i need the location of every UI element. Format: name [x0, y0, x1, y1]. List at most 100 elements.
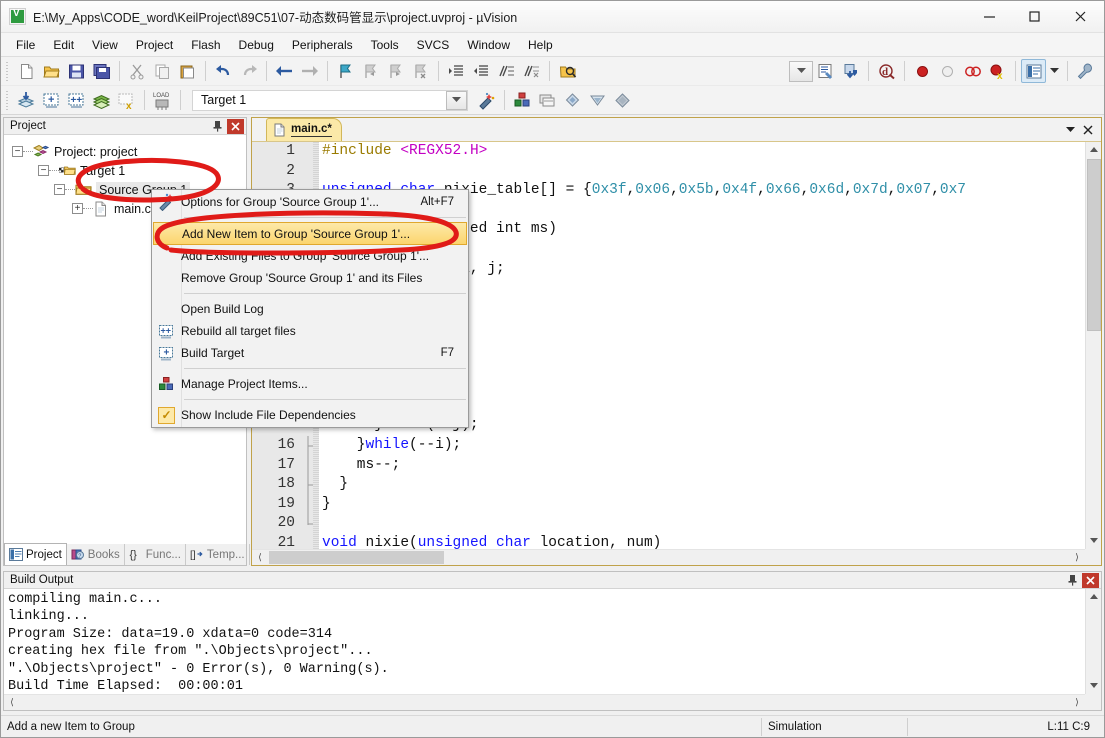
context-menu-item[interactable]: Options for Group 'Source Group 1'... Alt…: [152, 191, 468, 213]
close-button[interactable]: [1057, 1, 1104, 32]
code-line[interactable]: 17 ms--;: [252, 455, 1085, 476]
bookmark-prev-icon[interactable]: [358, 59, 383, 83]
build-output-close-icon[interactable]: [1082, 572, 1099, 588]
menu-view[interactable]: View: [83, 35, 127, 55]
menu-svcs[interactable]: SVCS: [408, 35, 459, 55]
editor-vertical-scrollbar[interactable]: [1085, 142, 1101, 549]
build-target-icon[interactable]: +: [39, 88, 64, 112]
menu-window[interactable]: Window: [458, 35, 519, 55]
expander-target[interactable]: −: [38, 165, 49, 176]
load-to-flash-icon[interactable]: LOAD: [150, 88, 175, 112]
tree-node-target[interactable]: − Target 1: [4, 161, 246, 180]
fold-margin[interactable]: [304, 534, 319, 549]
batch-build-icon[interactable]: [89, 88, 114, 112]
save-all-icon[interactable]: [89, 59, 114, 83]
config-dropdown[interactable]: [789, 60, 813, 82]
svcs-checkin-icon[interactable]: [585, 88, 610, 112]
expander-source-group[interactable]: −: [54, 184, 65, 195]
bookmark-toggle-icon[interactable]: [333, 59, 358, 83]
fold-margin[interactable]: [304, 162, 319, 182]
build-toolbar-grip[interactable]: [4, 89, 11, 111]
editor-horizontal-scrollbar[interactable]: ⟨ ⟩: [252, 549, 1085, 565]
menu-help[interactable]: Help: [519, 35, 562, 55]
svcs-history-icon[interactable]: [610, 88, 635, 112]
find-in-files-icon[interactable]: [555, 59, 580, 83]
project-window-dropdown[interactable]: [1046, 59, 1062, 83]
tab-books[interactable]: ? Books: [67, 544, 125, 565]
menu-edit[interactable]: Edit: [44, 35, 83, 55]
svcs-manage-icon[interactable]: [560, 88, 585, 112]
manage-project-items-icon[interactable]: [510, 88, 535, 112]
menu-tools[interactable]: Tools: [362, 35, 408, 55]
minimize-button[interactable]: [967, 1, 1012, 32]
cut-icon[interactable]: [125, 59, 150, 83]
open-file-icon[interactable]: [39, 59, 64, 83]
context-menu-item[interactable]: Remove Group 'Source Group 1' and its Fi…: [152, 267, 468, 289]
scroll-up-button[interactable]: [1086, 142, 1101, 158]
code-line[interactable]: 1 #include <REGX52.H>: [252, 142, 1085, 162]
stop-build-icon[interactable]: x: [114, 88, 139, 112]
navigate-forward-icon[interactable]: [297, 59, 322, 83]
build-output-body[interactable]: compiling main.c... linking... Program Siz…: [4, 589, 1101, 710]
configuration-wizard-icon[interactable]: [813, 59, 838, 83]
insert-breakpoint-icon[interactable]: [910, 59, 935, 83]
tab-functions[interactable]: {} Func...: [125, 544, 186, 565]
fold-margin[interactable]: [304, 514, 319, 534]
target-options-icon[interactable]: [474, 88, 499, 112]
disable-all-breakpoints-icon[interactable]: [960, 59, 985, 83]
undo-icon[interactable]: [211, 59, 236, 83]
comment-lines-icon[interactable]: [494, 59, 519, 83]
build-horizontal-scrollbar[interactable]: ⟨ ⟩: [4, 694, 1085, 710]
horizontal-scroll-thumb[interactable]: [269, 551, 444, 564]
translate-file-icon[interactable]: [14, 88, 39, 112]
code-line[interactable]: 20: [252, 514, 1085, 534]
scroll-left-button[interactable]: ⟨: [252, 550, 268, 565]
bookmark-clear-icon[interactable]: [408, 59, 433, 83]
fold-margin[interactable]: [304, 142, 319, 162]
editor-tab-main-c[interactable]: main.c*: [266, 118, 342, 141]
code-line[interactable]: 21 void nixie(unsigned char location, num…: [252, 534, 1085, 549]
kill-all-breakpoints-icon[interactable]: x: [985, 59, 1010, 83]
vertical-scroll-thumb[interactable]: [1087, 159, 1101, 331]
uncomment-lines-icon[interactable]: [519, 59, 544, 83]
code-line[interactable]: 16 }while(--i);: [252, 435, 1085, 456]
fold-margin[interactable]: [304, 494, 319, 515]
expander-project[interactable]: −: [12, 146, 23, 157]
context-menu-item[interactable]: ++ Rebuild all target files: [152, 320, 468, 342]
context-menu-item[interactable]: Open Build Log: [152, 298, 468, 320]
expander-main-c[interactable]: +: [72, 203, 83, 214]
rebuild-all-icon[interactable]: ++: [64, 88, 89, 112]
fold-margin[interactable]: [304, 455, 319, 476]
build-scroll-down-button[interactable]: [1086, 678, 1101, 694]
build-scroll-left-button[interactable]: ⟨: [4, 695, 20, 710]
code-line[interactable]: 19}: [252, 494, 1085, 515]
menu-flash[interactable]: Flash: [182, 35, 229, 55]
scroll-right-button[interactable]: ⟩: [1069, 550, 1085, 565]
build-vertical-scrollbar[interactable]: [1085, 589, 1101, 694]
bookmark-next-icon[interactable]: [383, 59, 408, 83]
code-line[interactable]: 2: [252, 162, 1085, 182]
project-panel-pin-icon[interactable]: [209, 119, 225, 134]
tree-node-project[interactable]: − Project: project: [4, 142, 246, 161]
menu-project[interactable]: Project: [127, 35, 182, 55]
tab-templates[interactable]: [] Temp...: [186, 544, 250, 565]
menu-debug[interactable]: Debug: [230, 35, 283, 55]
redo-icon[interactable]: [236, 59, 261, 83]
context-menu-item[interactable]: + Build Target F7: [152, 342, 468, 364]
customize-tools-icon[interactable]: [1073, 59, 1098, 83]
fold-margin[interactable]: [304, 475, 319, 496]
code-line[interactable]: 18 }: [252, 475, 1085, 496]
build-scroll-up-button[interactable]: [1086, 589, 1101, 605]
project-panel-close-icon[interactable]: [227, 118, 244, 134]
scroll-down-button[interactable]: [1086, 533, 1101, 549]
menu-file[interactable]: File: [7, 35, 44, 55]
debug-start-icon[interactable]: d: [874, 59, 899, 83]
target-selector-arrow[interactable]: [446, 90, 467, 110]
project-window-toggle-icon[interactable]: [1021, 59, 1046, 83]
download-to-flash-icon[interactable]: [838, 59, 863, 83]
save-icon[interactable]: [64, 59, 89, 83]
editor-close-icon[interactable]: [1079, 120, 1097, 140]
build-output-pin-icon[interactable]: [1064, 573, 1080, 588]
context-menu-item[interactable]: Add New Item to Group 'Source Group 1'..…: [153, 222, 467, 245]
toolbar-grip[interactable]: [4, 60, 11, 82]
